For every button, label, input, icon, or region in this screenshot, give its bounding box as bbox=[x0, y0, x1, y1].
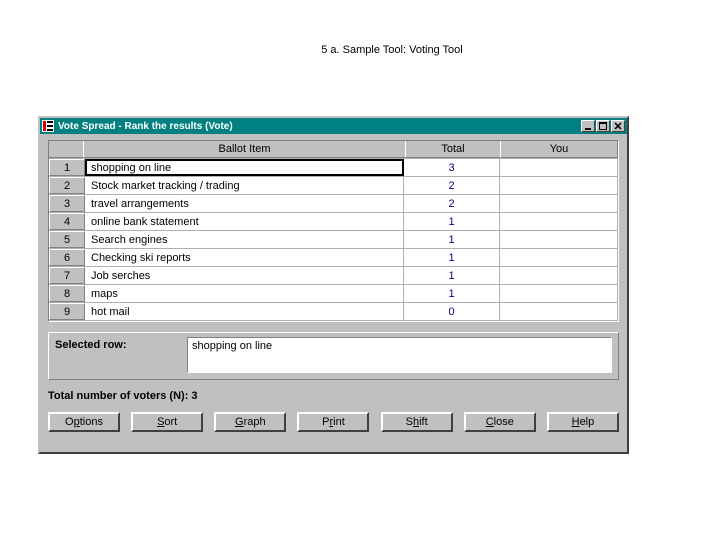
you-cell[interactable] bbox=[500, 213, 618, 230]
total-cell[interactable]: 1 bbox=[404, 249, 500, 266]
minimize-button[interactable] bbox=[581, 120, 595, 132]
row-number[interactable]: 5 bbox=[49, 231, 85, 248]
ballot-cell[interactable]: hot mail bbox=[85, 303, 404, 320]
help-button[interactable]: Help bbox=[547, 412, 619, 432]
application-window: Vote Spread - Rank the results (Vote) Ba… bbox=[38, 116, 629, 454]
graph-button[interactable]: Graph bbox=[214, 412, 286, 432]
window-title: Vote Spread - Rank the results (Vote) bbox=[58, 121, 580, 132]
selected-row-panel: Selected row: shopping on line bbox=[48, 332, 619, 380]
row-number[interactable]: 1 bbox=[49, 159, 85, 176]
sort-button[interactable]: Sort bbox=[131, 412, 203, 432]
button-bar: Options Sort Graph Print Shift Close Hel… bbox=[48, 412, 619, 432]
you-cell[interactable] bbox=[500, 195, 618, 212]
total-cell[interactable]: 1 bbox=[404, 267, 500, 284]
ballot-cell[interactable]: Search engines bbox=[85, 231, 404, 248]
ballot-cell[interactable]: Job serches bbox=[85, 267, 404, 284]
row-number[interactable]: 7 bbox=[49, 267, 85, 284]
titlebar[interactable]: Vote Spread - Rank the results (Vote) bbox=[40, 118, 627, 134]
print-button[interactable]: Print bbox=[297, 412, 369, 432]
shift-button[interactable]: Shift bbox=[381, 412, 453, 432]
ballot-cell[interactable]: travel arrangements bbox=[85, 195, 404, 212]
row-number[interactable]: 2 bbox=[49, 177, 85, 194]
app-icon bbox=[42, 120, 54, 132]
table-row[interactable]: 1 shopping on line 3 bbox=[49, 159, 618, 177]
col-total[interactable]: Total bbox=[405, 140, 501, 158]
row-number[interactable]: 6 bbox=[49, 249, 85, 266]
corner-cell bbox=[48, 140, 84, 158]
table-row[interactable]: 3 travel arrangements 2 bbox=[49, 195, 618, 213]
ballot-cell[interactable]: maps bbox=[85, 285, 404, 302]
total-cell[interactable]: 2 bbox=[404, 177, 500, 194]
maximize-button[interactable] bbox=[596, 120, 610, 132]
slide-title: 5 a. Sample Tool: Voting Tool bbox=[0, 28, 720, 60]
ballot-cell[interactable]: Checking ski reports bbox=[85, 249, 404, 266]
total-voters-line: Total number of voters (N): 3 bbox=[48, 390, 619, 402]
you-cell[interactable] bbox=[500, 249, 618, 266]
ballot-cell[interactable]: shopping on line bbox=[85, 159, 404, 176]
options-button[interactable]: Options bbox=[48, 412, 120, 432]
row-number[interactable]: 8 bbox=[49, 285, 85, 302]
total-cell[interactable]: 0 bbox=[404, 303, 500, 320]
col-you[interactable]: You bbox=[500, 140, 618, 158]
row-number[interactable]: 9 bbox=[49, 303, 85, 320]
table-row[interactable]: 5 Search engines 1 bbox=[49, 231, 618, 249]
table-row[interactable]: 6 Checking ski reports 1 bbox=[49, 249, 618, 267]
close-button[interactable] bbox=[611, 120, 625, 132]
close-action-button[interactable]: Close bbox=[464, 412, 536, 432]
total-cell[interactable]: 2 bbox=[404, 195, 500, 212]
total-cell[interactable]: 1 bbox=[404, 285, 500, 302]
you-cell[interactable] bbox=[500, 303, 618, 320]
table-row[interactable]: 9 hot mail 0 bbox=[49, 303, 618, 321]
col-ballot[interactable]: Ballot Item bbox=[83, 140, 406, 158]
ballot-cell[interactable]: online bank statement bbox=[85, 213, 404, 230]
table-row[interactable]: 2 Stock market tracking / trading 2 bbox=[49, 177, 618, 195]
table-row[interactable]: 4 online bank statement 1 bbox=[49, 213, 618, 231]
row-number[interactable]: 4 bbox=[49, 213, 85, 230]
table-row[interactable]: 8 maps 1 bbox=[49, 285, 618, 303]
grid-header: Ballot Item Total You bbox=[49, 141, 618, 159]
you-cell[interactable] bbox=[500, 177, 618, 194]
results-grid[interactable]: Ballot Item Total You 1 shopping on line… bbox=[48, 140, 619, 322]
selected-row-label: Selected row: bbox=[55, 337, 187, 351]
you-cell[interactable] bbox=[500, 231, 618, 248]
total-cell[interactable]: 1 bbox=[404, 213, 500, 230]
total-cell[interactable]: 1 bbox=[404, 231, 500, 248]
total-cell[interactable]: 3 bbox=[404, 159, 500, 176]
table-row[interactable]: 7 Job serches 1 bbox=[49, 267, 618, 285]
ballot-cell[interactable]: Stock market tracking / trading bbox=[85, 177, 404, 194]
row-number[interactable]: 3 bbox=[49, 195, 85, 212]
you-cell[interactable] bbox=[500, 159, 618, 176]
you-cell[interactable] bbox=[500, 285, 618, 302]
selected-row-value[interactable]: shopping on line bbox=[187, 337, 612, 373]
you-cell[interactable] bbox=[500, 267, 618, 284]
